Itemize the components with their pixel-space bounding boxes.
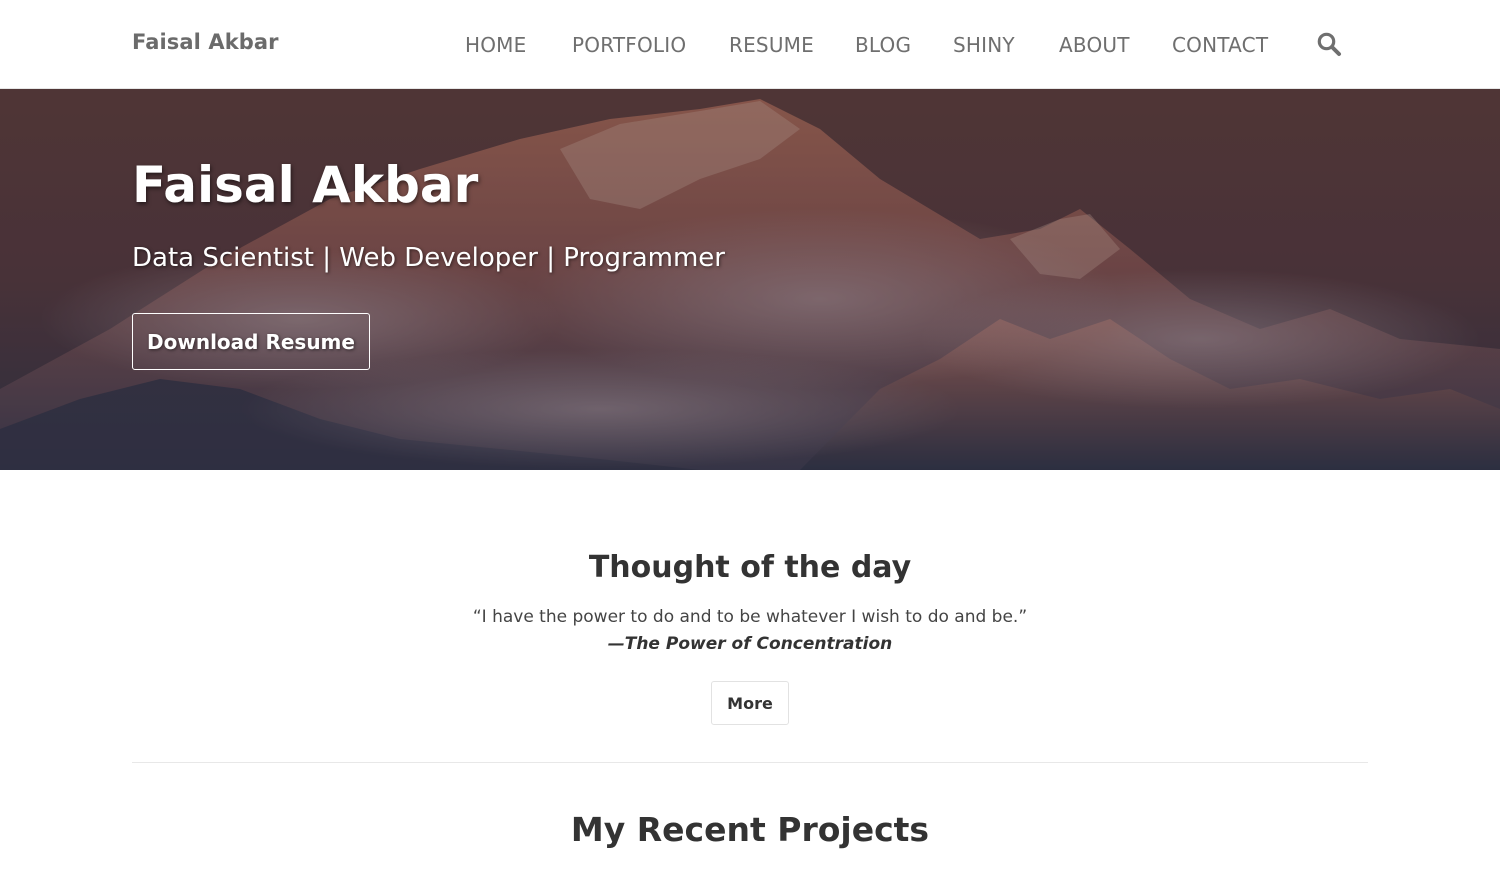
hero-subtitle: Data Scientist | Web Developer | Program… bbox=[132, 243, 725, 273]
search-button[interactable] bbox=[1316, 31, 1344, 59]
hero-banner: Faisal Akbar Data Scientist | Web Develo… bbox=[0, 89, 1500, 470]
hero-title: Faisal Akbar bbox=[132, 156, 479, 214]
nav-item-contact[interactable]: CONTACT bbox=[1172, 32, 1268, 58]
nav-item-portfolio[interactable]: PORTFOLIO bbox=[572, 32, 686, 58]
nav-item-resume[interactable]: RESUME bbox=[729, 32, 814, 58]
quote-source: —The Power of Concentration bbox=[607, 634, 893, 654]
quote-text: “I have the power to do and to be whatev… bbox=[472, 607, 1028, 627]
thought-of-the-day-heading: Thought of the day bbox=[588, 550, 912, 585]
search-icon bbox=[1317, 32, 1341, 56]
mountain-background-image bbox=[0, 89, 1500, 470]
nav-menu: HOME PORTFOLIO RESUME BLOG SHINY ABOUT C… bbox=[0, 32, 1500, 60]
download-resume-button[interactable]: Download Resume bbox=[132, 313, 370, 370]
recent-projects-heading: My Recent Projects bbox=[570, 810, 930, 849]
nav-item-home[interactable]: HOME bbox=[465, 32, 526, 58]
top-navbar: Faisal Akbar HOME PORTFOLIO RESUME BLOG … bbox=[0, 0, 1500, 89]
nav-item-shiny[interactable]: SHINY bbox=[953, 32, 1015, 58]
nav-item-blog[interactable]: BLOG bbox=[855, 32, 911, 58]
section-divider bbox=[132, 762, 1368, 763]
more-button[interactable]: More bbox=[711, 681, 789, 725]
nav-item-about[interactable]: ABOUT bbox=[1059, 32, 1130, 58]
